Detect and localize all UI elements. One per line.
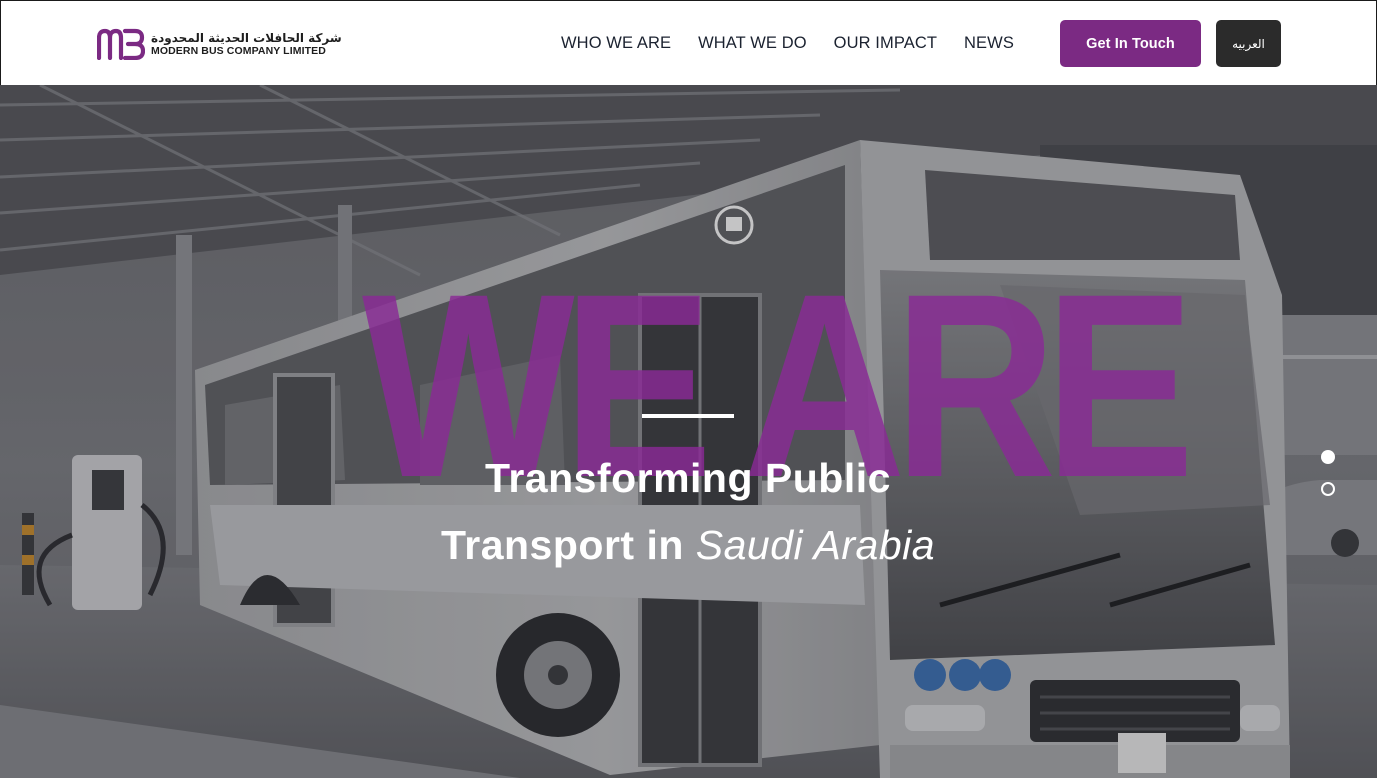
logo-arabic-name: شركة الحافلات الحديثة المحدودة: [151, 30, 342, 45]
nav-our-impact[interactable]: OUR IMPACT: [834, 33, 937, 53]
hero-title-line2-prefix: Transport in: [440, 522, 696, 568]
hero-section: WE ARE Transforming Public Transport in …: [0, 85, 1377, 778]
nav-what-we-do[interactable]: WHAT WE DO: [698, 33, 807, 53]
mb-logo-mark: [97, 28, 145, 60]
main-nav: WHO WE ARE WHAT WE DO OUR IMPACT NEWS: [561, 33, 1014, 53]
nav-news[interactable]: NEWS: [964, 33, 1014, 53]
hero-title-line1: Transforming Public: [485, 455, 891, 501]
hero-title: Transforming Public Transport in Saudi A…: [388, 445, 988, 579]
language-switch-button[interactable]: العربيه: [1216, 20, 1281, 67]
hero-title-emphasis: Saudi Arabia: [695, 522, 936, 568]
logo-wordmark: شركة الحافلات الحديثة المحدودة MODERN BU…: [151, 31, 342, 58]
slider-dot-2[interactable]: [1321, 482, 1335, 496]
hero-divider: [642, 414, 734, 418]
company-logo[interactable]: شركة الحافلات الحديثة المحدودة MODERN BU…: [97, 28, 342, 60]
hero-title-line2: Transport in Saudi Arabia: [388, 512, 988, 579]
nav-who-we-are[interactable]: WHO WE ARE: [561, 33, 671, 53]
get-in-touch-button[interactable]: Get In Touch: [1060, 20, 1201, 67]
logo-english-name: MODERN BUS COMPANY LIMITED: [151, 44, 326, 57]
site-header: شركة الحافلات الحديثة المحدودة MODERN BU…: [0, 0, 1377, 85]
slider-dot-1[interactable]: [1321, 450, 1335, 464]
